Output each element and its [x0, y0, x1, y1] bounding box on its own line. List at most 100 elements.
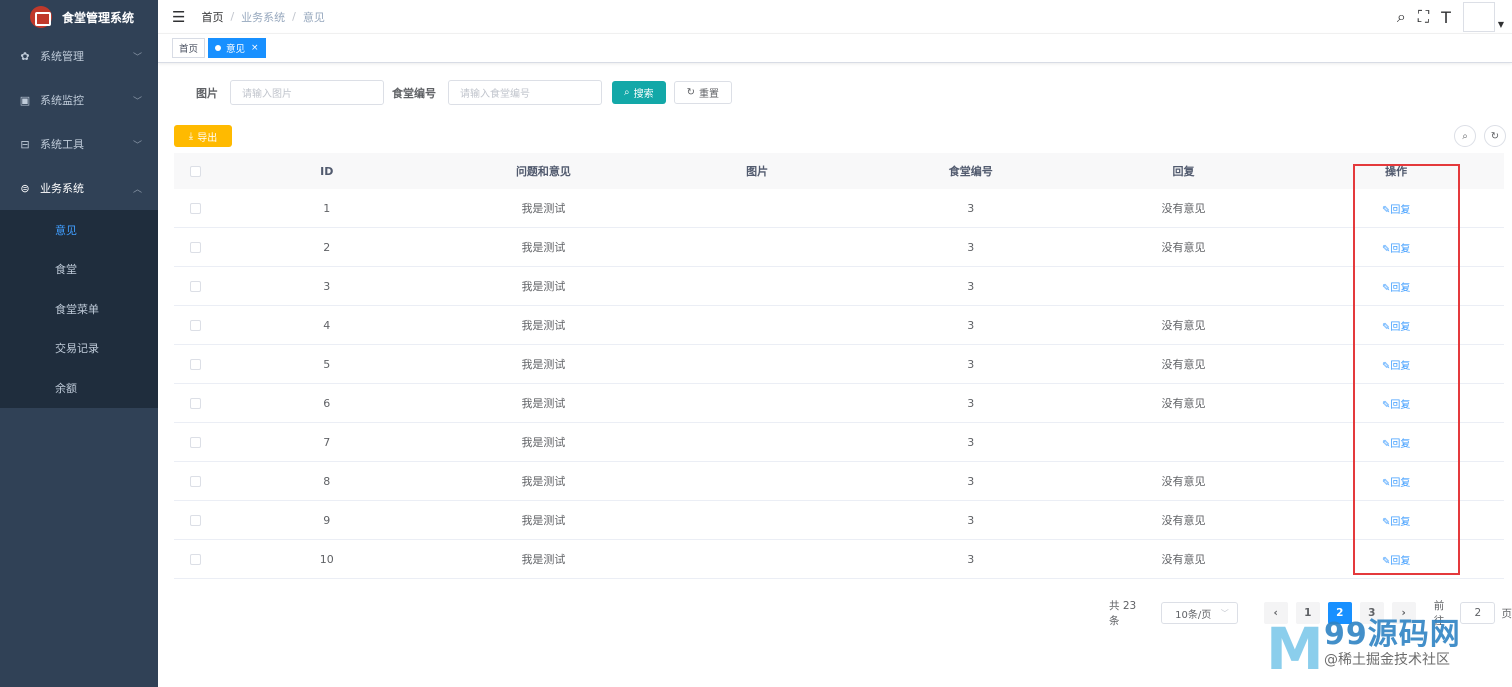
page-3[interactable]: 3 [1359, 602, 1384, 624]
row-checkbox[interactable] [190, 397, 202, 409]
row-checkbox[interactable] [190, 241, 202, 253]
sidebar-logo[interactable]: 食堂管理系统 [0, 0, 158, 34]
image-input[interactable]: 请输入图片 [230, 80, 384, 105]
cell-operation: ✎回复 [1288, 318, 1504, 333]
avatar[interactable] [1462, 2, 1495, 32]
search-icon[interactable]: ⌕ [1397, 7, 1406, 27]
reply-link[interactable]: ✎回复 [1382, 439, 1410, 450]
row-select-cell [174, 280, 218, 292]
chevron-down-icon: ﹀ [132, 96, 142, 107]
table-row: 4 我是测试 3 没有意见 ✎回复 [174, 306, 1504, 345]
page-1[interactable]: 1 [1295, 602, 1320, 624]
table-tools: ⌕ ↻ [1446, 125, 1506, 147]
font-size-icon[interactable]: T [1441, 8, 1451, 27]
hamburger-icon[interactable]: ☰ [172, 8, 185, 26]
reply-link[interactable]: ✎回复 [1382, 517, 1410, 528]
reset-button[interactable]: ↻ 重置 [673, 81, 732, 104]
row-checkbox[interactable] [190, 436, 202, 448]
reply-link[interactable]: ✎回复 [1382, 283, 1410, 294]
select-all-checkbox[interactable] [190, 165, 202, 177]
reply-link-label: 回复 [1390, 204, 1411, 216]
row-checkbox[interactable] [190, 514, 202, 526]
reply-link[interactable]: ✎回复 [1382, 205, 1410, 216]
page-size-select[interactable]: 10条/页 ﹀ [1161, 602, 1238, 624]
row-checkbox[interactable] [190, 319, 202, 331]
submenu-business: 意见 食堂 食堂菜单 交易记录 余额 [0, 210, 158, 408]
col-canteen-no: 食堂编号 [948, 165, 993, 178]
select-all-cell [174, 165, 218, 177]
reply-link-label: 回复 [1390, 516, 1411, 528]
breadcrumb-home[interactable]: 首页 [201, 9, 223, 25]
cell-id: 6 [323, 396, 331, 410]
row-checkbox[interactable] [190, 358, 202, 370]
tag-label: 意见 [226, 44, 246, 55]
row-checkbox[interactable] [190, 553, 202, 565]
tag-feedback[interactable]: 意见 × [208, 38, 266, 58]
breadcrumb-business: 业务系统 [241, 10, 286, 24]
canteen-no-input[interactable]: 请输入食堂编号 [448, 80, 602, 105]
row-checkbox[interactable] [190, 475, 202, 487]
search-button-label: 搜索 [633, 89, 654, 100]
sidebar-item-balance[interactable]: 余额 [0, 368, 158, 408]
toggle-search-button[interactable]: ⌕ [1454, 125, 1476, 147]
goto-suffix: 页 [1501, 607, 1512, 620]
tag-home[interactable]: 首页 [172, 38, 206, 58]
table-row: 7 我是测试 3 ✎回复 [174, 423, 1504, 462]
app-title: 食堂管理系统 [62, 10, 135, 25]
menu-system-tools[interactable]: ⊟ 系统工具 ﹀ [0, 122, 158, 166]
export-button[interactable]: ⤓ 导出 [174, 125, 232, 147]
cell-canteen-no: 3 [967, 357, 975, 371]
cell-canteen-no: 3 [967, 201, 975, 215]
refresh-button[interactable]: ↻ [1484, 125, 1506, 147]
cell-operation: ✎回复 [1288, 474, 1504, 489]
sidebar-item-canteen[interactable]: 食堂 [0, 250, 158, 290]
table-row: 8 我是测试 3 没有意见 ✎回复 [174, 462, 1504, 501]
row-select-cell [174, 514, 218, 526]
menu-system-management[interactable]: ✿ 系统管理 ﹀ [0, 34, 158, 78]
reply-link[interactable]: ✎回复 [1382, 244, 1410, 255]
page-2[interactable]: 2 [1327, 602, 1352, 624]
col-reply: 回复 [1172, 165, 1195, 178]
breadcrumb-separator: / [292, 10, 296, 23]
row-checkbox[interactable] [190, 202, 202, 214]
row-select-cell [174, 241, 218, 253]
sidebar-item-transactions[interactable]: 交易记录 [0, 329, 158, 369]
reply-link-label: 回复 [1390, 399, 1411, 411]
prev-page-button[interactable]: ‹ [1263, 602, 1288, 624]
sidebar-item-feedback[interactable]: 意见 [0, 210, 158, 250]
cell-question: 我是测试 [521, 319, 566, 332]
menu-business-system[interactable]: ⊜ 业务系统 ︿ [0, 166, 158, 210]
row-select-cell [174, 475, 218, 487]
search-button[interactable]: ⌕ 搜索 [612, 81, 666, 104]
table-row: 9 我是测试 3 没有意见 ✎回复 [174, 501, 1504, 540]
image-label: 图片 [196, 86, 218, 100]
refresh-icon: ↻ [686, 87, 695, 98]
cell-operation: ✎回复 [1288, 513, 1504, 528]
cell-operation: ✎回复 [1288, 552, 1504, 567]
next-page-button[interactable]: › [1391, 602, 1416, 624]
reply-link-label: 回复 [1390, 555, 1411, 567]
row-select-cell [174, 358, 218, 370]
cell-id: 9 [323, 513, 331, 527]
reply-link[interactable]: ✎回复 [1382, 322, 1410, 333]
reply-link[interactable]: ✎回复 [1382, 400, 1410, 411]
cell-reply: 没有意见 [1161, 319, 1206, 332]
search-form: 图片 请输入图片 食堂编号 请输入食堂编号 ⌕ 搜索 ↻ 重置 [196, 80, 732, 105]
bus-icon: ⊜ [20, 181, 30, 195]
chevron-right-icon: › [1401, 607, 1406, 619]
close-icon[interactable]: × [251, 43, 259, 53]
caret-down-icon[interactable]: ▼ [1498, 20, 1504, 29]
menu-system-monitor[interactable]: ▣ 系统监控 ﹀ [0, 78, 158, 122]
fullscreen-icon[interactable]: ⛶ [1418, 7, 1429, 27]
reply-link-label: 回复 [1390, 282, 1411, 294]
menu-label: 系统监控 [40, 94, 84, 107]
reply-link[interactable]: ✎回复 [1382, 361, 1410, 372]
sidebar-item-canteen-menu[interactable]: 食堂菜单 [0, 289, 158, 329]
cell-canteen-no: 3 [967, 396, 975, 410]
app-root: 食堂管理系统 ✿ 系统管理 ﹀ ▣ 系统监控 ﹀ ⊟ 系统工具 ﹀ ⊜ 业务系统… [0, 0, 1512, 687]
reply-link[interactable]: ✎回复 [1382, 478, 1410, 489]
row-checkbox[interactable] [190, 280, 202, 292]
cell-id: 5 [323, 357, 331, 371]
goto-input[interactable]: 2 [1460, 602, 1496, 624]
reply-link[interactable]: ✎回复 [1382, 556, 1410, 567]
